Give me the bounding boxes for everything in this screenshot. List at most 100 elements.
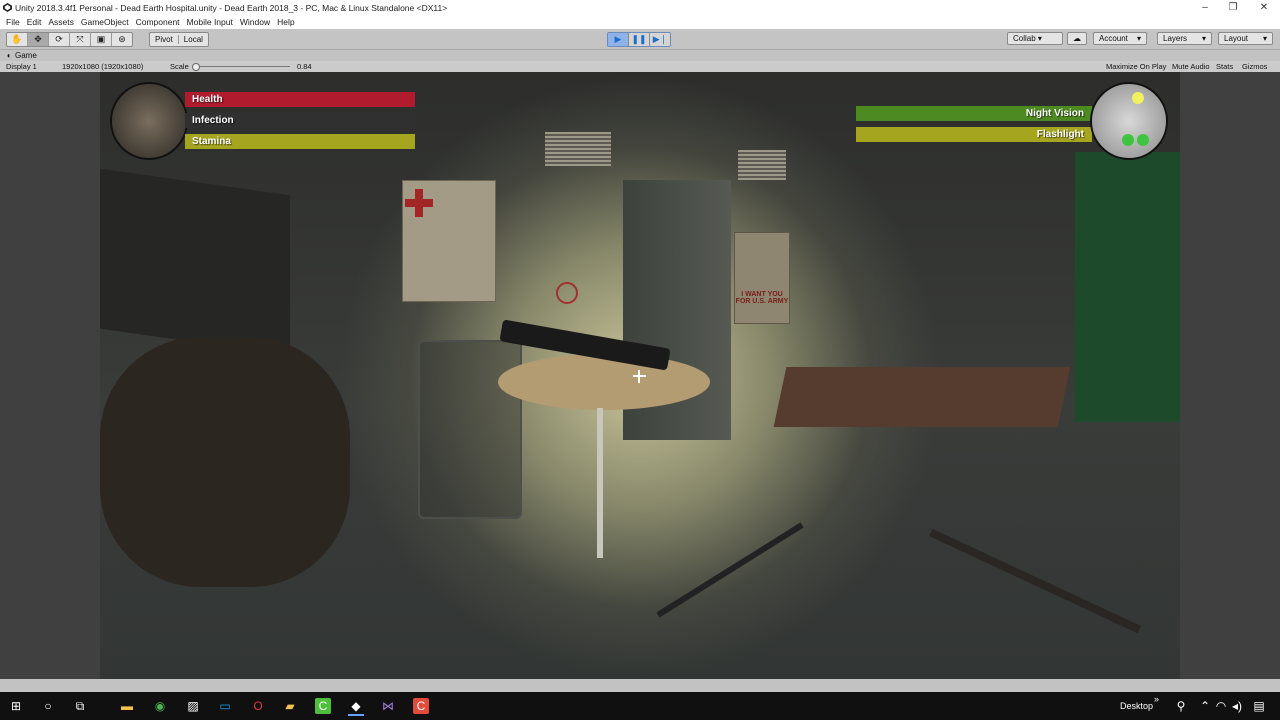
play-icon[interactable]: ▶ bbox=[608, 33, 629, 46]
game-scene[interactable]: I WANT YOU FOR U.S. ARMY Health Infectio… bbox=[100, 72, 1180, 679]
layers-dropdown[interactable]: Layers ▾ bbox=[1157, 32, 1212, 45]
show-hidden-icons[interactable]: ⌃ bbox=[1197, 698, 1213, 714]
collab-dropdown[interactable]: Collab ▾ bbox=[1007, 32, 1063, 45]
file-explorer-icon[interactable]: ▬ bbox=[119, 698, 135, 714]
menu-component[interactable]: Component bbox=[136, 17, 180, 27]
air-vent-left bbox=[545, 132, 611, 166]
main-toolbar: ✋ ✥ ⟳ ⤧ ▣ ⊛ Pivot Local ▶ ❚❚ ▶❘ Collab ▾… bbox=[0, 29, 1280, 50]
title-bar: Unity 2018.3.4f1 Personal - Dead Earth H… bbox=[0, 0, 1280, 15]
collab-label: Collab ▾ bbox=[1013, 34, 1042, 43]
round-table bbox=[498, 354, 710, 410]
rotate-tool-icon[interactable]: ⟳ bbox=[49, 33, 70, 46]
visual-studio-icon[interactable]: ⋈ bbox=[380, 698, 396, 714]
game-tab-row: ◖ Game bbox=[0, 50, 1280, 61]
gizmos-dropdown[interactable]: Gizmos bbox=[1242, 62, 1267, 71]
green-curtain bbox=[1075, 152, 1180, 422]
folder-icon[interactable]: ▰ bbox=[282, 698, 298, 714]
menu-help[interactable]: Help bbox=[277, 17, 294, 27]
mute-audio-toggle[interactable]: Mute Audio bbox=[1172, 62, 1210, 71]
menu-assets[interactable]: Assets bbox=[48, 17, 74, 27]
menu-window[interactable]: Window bbox=[240, 17, 270, 27]
menu-edit[interactable]: Edit bbox=[27, 17, 42, 27]
layout-label: Layout bbox=[1224, 34, 1249, 43]
move-tool-icon[interactable]: ✥ bbox=[28, 33, 49, 46]
chair bbox=[418, 340, 522, 519]
flashlight-label: Flashlight bbox=[1036, 129, 1084, 140]
scale-label: Scale bbox=[170, 62, 189, 71]
army-poster: I WANT YOU FOR U.S. ARMY bbox=[734, 232, 790, 324]
chevron-down-icon: ▾ bbox=[1201, 34, 1206, 43]
night-vision-label: Night Vision bbox=[1025, 108, 1084, 119]
menu-mobile-input[interactable]: Mobile Input bbox=[187, 17, 233, 27]
volume-icon[interactable]: ◂) bbox=[1229, 698, 1245, 714]
game-viewport[interactable]: I WANT YOU FOR U.S. ARMY Health Infectio… bbox=[0, 72, 1280, 679]
flashlight-bar: Flashlight bbox=[856, 127, 1092, 142]
menu-gameobject[interactable]: GameObject bbox=[81, 17, 129, 27]
pivot-button[interactable]: Pivot bbox=[150, 35, 179, 44]
camtasia-icon[interactable]: C bbox=[315, 698, 331, 714]
game-tab-icon: ◖ bbox=[6, 51, 11, 60]
cloud-button[interactable]: ☁ bbox=[1067, 32, 1087, 45]
minimize-button[interactable]: – bbox=[1190, 0, 1220, 15]
search-icon[interactable]: ○ bbox=[40, 698, 56, 714]
desktop-toolbar-label[interactable]: Desktop bbox=[1120, 701, 1153, 711]
health-label: Health bbox=[192, 94, 223, 105]
scale-tool-icon[interactable]: ⤧ bbox=[70, 33, 91, 46]
red-cross-poster bbox=[402, 180, 496, 302]
status-bar bbox=[0, 679, 1280, 692]
people-icon[interactable]: ⚲ bbox=[1173, 698, 1189, 714]
air-vent-right bbox=[738, 150, 786, 180]
menu-file[interactable]: File bbox=[6, 17, 20, 27]
chevron-down-icon: ▾ bbox=[1262, 34, 1267, 43]
crosshair-icon-vertical bbox=[638, 370, 640, 383]
windows-taskbar: ⊞ ○ ⧉ ▬ ◉ ▨ ▭ O ▰ C ◆ ⋈ C Desktop » ⚲ ⌃ … bbox=[0, 692, 1280, 720]
no-smoking-sign bbox=[556, 282, 578, 304]
health-bar: Health bbox=[185, 92, 415, 107]
layers-label: Layers bbox=[1163, 34, 1188, 43]
opera-icon[interactable]: O bbox=[250, 698, 266, 714]
scale-slider-track[interactable] bbox=[196, 66, 290, 67]
infection-bar: Infection bbox=[185, 113, 415, 128]
cloud-icon: ☁ bbox=[1073, 34, 1081, 43]
stats-toggle[interactable]: Stats bbox=[1216, 62, 1233, 71]
night-vision-goggles-lens-icon bbox=[1137, 134, 1149, 146]
pivot-local-toggle: Pivot Local bbox=[149, 32, 209, 47]
recorder-icon[interactable]: C bbox=[413, 698, 429, 714]
night-vision-goggles-icon bbox=[1122, 134, 1134, 146]
hand-tool-icon[interactable]: ✋ bbox=[7, 33, 28, 46]
close-button[interactable]: ✕ bbox=[1249, 0, 1279, 15]
scale-slider-handle[interactable] bbox=[192, 63, 200, 71]
night-vision-bar: Night Vision bbox=[856, 106, 1092, 121]
pause-icon[interactable]: ❚❚ bbox=[629, 33, 650, 46]
play-controls: ▶ ❚❚ ▶❘ bbox=[607, 32, 671, 47]
resolution-dropdown[interactable]: 1920x1080 (1920x1080) bbox=[62, 62, 143, 71]
chrome-icon[interactable]: ◉ bbox=[152, 698, 168, 714]
chevrons-icon[interactable]: » bbox=[1154, 694, 1159, 704]
windows-start-icon[interactable]: ⊞ bbox=[8, 698, 24, 714]
tab-game[interactable]: Game bbox=[15, 51, 37, 60]
mail-icon[interactable]: ▭ bbox=[217, 698, 233, 714]
display-dropdown[interactable]: Display 1 bbox=[6, 62, 37, 71]
mattress bbox=[773, 367, 1071, 427]
step-icon[interactable]: ▶❘ bbox=[650, 33, 670, 46]
maximize-on-play-toggle[interactable]: Maximize On Play bbox=[1106, 62, 1166, 71]
unity-taskbar-icon[interactable]: ◆ bbox=[348, 698, 364, 716]
app-icon[interactable]: ▨ bbox=[185, 698, 201, 714]
task-view-icon[interactable]: ⧉ bbox=[72, 698, 88, 714]
notifications-icon[interactable]: ▤ bbox=[1251, 698, 1267, 714]
scale-value: 0.84 bbox=[297, 62, 312, 71]
layout-dropdown[interactable]: Layout ▾ bbox=[1218, 32, 1273, 45]
flashlight-icon bbox=[1132, 92, 1144, 104]
rect-tool-icon[interactable]: ▣ bbox=[91, 33, 112, 46]
unity-icon bbox=[3, 3, 12, 12]
table-leg bbox=[597, 408, 603, 558]
local-button[interactable]: Local bbox=[179, 35, 208, 44]
account-dropdown[interactable]: Account ▾ bbox=[1093, 32, 1147, 45]
infection-label: Infection bbox=[192, 115, 234, 126]
bloody-bat bbox=[929, 528, 1141, 634]
menu-bar: File Edit Assets GameObject Component Mo… bbox=[0, 15, 1280, 29]
wifi-icon[interactable]: ◠ bbox=[1213, 698, 1229, 714]
maximize-button[interactable]: ❐ bbox=[1218, 0, 1248, 15]
window-title: Unity 2018.3.4f1 Personal - Dead Earth H… bbox=[15, 2, 448, 13]
transform-tool-icon[interactable]: ⊛ bbox=[112, 33, 132, 46]
